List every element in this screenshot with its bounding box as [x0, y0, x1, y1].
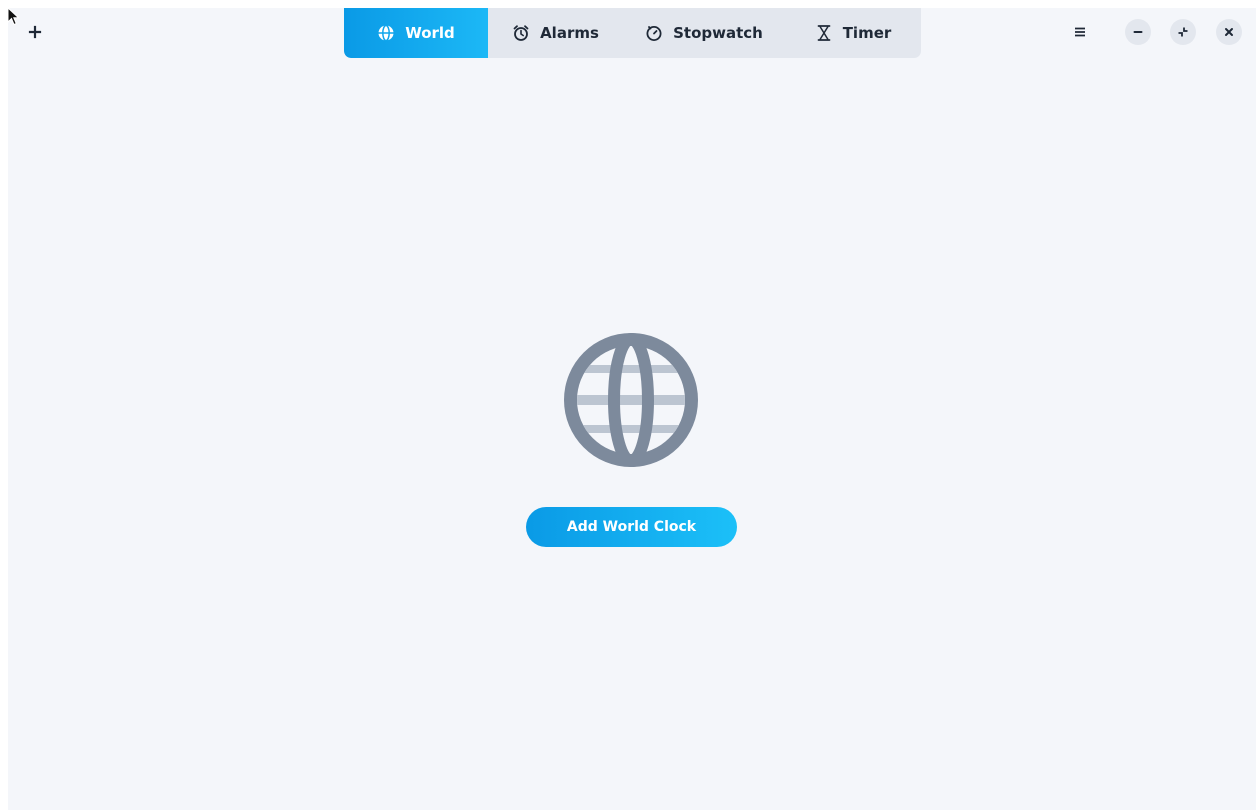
empty-state: Add World Clock — [8, 8, 1256, 810]
add-world-clock-button[interactable]: Add World Clock — [526, 507, 737, 547]
globe-icon — [564, 333, 698, 467]
clocks-window: World Alarms Stopwatch Timer Add World C… — [8, 8, 1256, 810]
